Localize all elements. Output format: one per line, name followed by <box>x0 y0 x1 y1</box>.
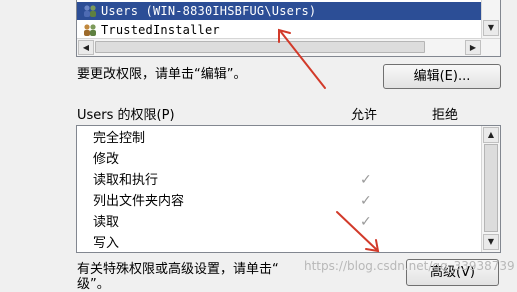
red-arrow-1 <box>280 31 326 89</box>
annotation-arrows <box>278 28 380 253</box>
red-arrow-2 <box>336 211 378 251</box>
